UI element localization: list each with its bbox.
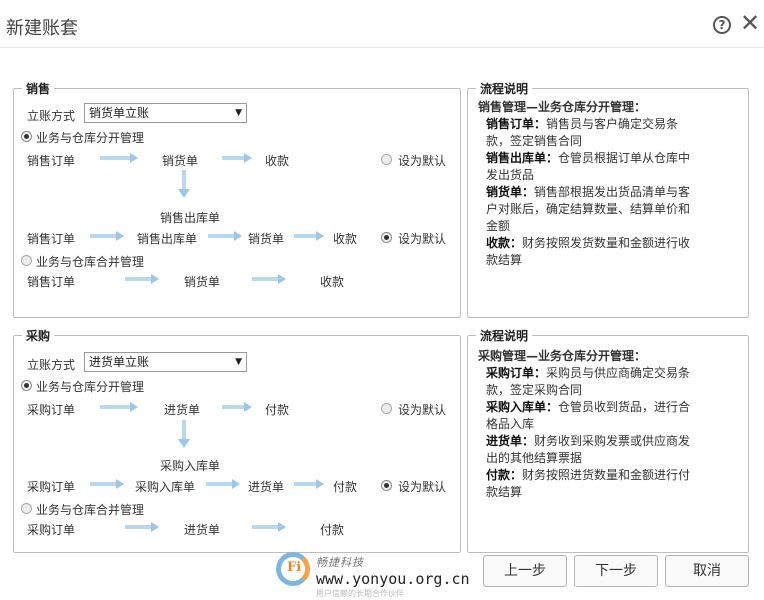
- set-default-label[interactable]: 设为默认: [398, 478, 446, 495]
- sales-desc-legend: 流程说明: [480, 82, 529, 96]
- sales-desc-heading: 销售管理—业务仓库分开管理：: [478, 100, 647, 114]
- purchase-default-radio-2[interactable]: [381, 480, 392, 491]
- purchase-merged-label[interactable]: 业务与仓库合并管理: [36, 501, 144, 518]
- down-arrow-icon: [178, 420, 190, 448]
- desc-item: 销货单：销售部根据发出货品清单与客户对账后，确定结算数量、结算单价和金额: [478, 184, 700, 235]
- flow-node: 销售订单: [27, 275, 76, 289]
- flow-node: 销售订单: [27, 232, 76, 246]
- watermark-brand: 畅捷科技: [316, 556, 364, 569]
- flow-node: 销售出库单: [160, 211, 221, 225]
- purchase-legend: 采购: [26, 329, 51, 343]
- flow-node: 付款: [265, 403, 290, 417]
- purchase-mode-label: 立账方式: [27, 358, 76, 372]
- title-bar: 新建账套 ? ✕: [0, 0, 764, 48]
- desc-term: 收款：: [486, 236, 523, 250]
- flow-node: 销售出库单: [137, 232, 198, 246]
- sales-desc-text: 销售管理—业务仓库分开管理： 销售订单：销售员与客户确定交易条款，签定销售合同 …: [478, 99, 700, 269]
- chevron-down-icon: ▼: [235, 357, 242, 367]
- watermark-tagline: 用户信赖的长期合作伙伴: [316, 589, 404, 598]
- sales-merged-radio[interactable]: [21, 255, 32, 266]
- set-default-label[interactable]: 设为默认: [398, 230, 446, 247]
- flow-node: 进货单: [184, 523, 221, 537]
- flow-node: 采购订单: [27, 480, 76, 494]
- desc-term: 进货单：: [486, 434, 535, 448]
- flow-arrow-icon: [125, 274, 159, 284]
- sales-default-radio-2[interactable]: [381, 232, 392, 243]
- purchase-merged-radio[interactable]: [21, 503, 32, 514]
- flow-arrow-icon: [222, 402, 252, 412]
- flow-arrow-icon: [100, 402, 138, 412]
- flow-node: 收款: [320, 275, 345, 289]
- flow-node: 收款: [333, 232, 358, 246]
- desc-item: 销售订单：销售员与客户确定交易条款，签定销售合同: [478, 116, 700, 150]
- flow-node: 付款: [333, 480, 358, 494]
- watermark-logo-icon: Fi: [276, 552, 310, 586]
- flow-node: 销货单: [162, 154, 199, 168]
- sales-merged-label[interactable]: 业务与仓库合并管理: [36, 253, 144, 270]
- next-button[interactable]: 下一步: [574, 555, 658, 587]
- sales-legend: 销售: [26, 82, 51, 96]
- flow-arrow-icon: [208, 231, 242, 241]
- desc-term: 销货单：: [486, 185, 535, 199]
- desc-item: 进货单：财务收到采购发票或供应商发出的其他结算票据: [478, 433, 700, 467]
- sales-default-radio-1[interactable]: [381, 154, 392, 165]
- flow-arrow-icon: [222, 153, 252, 163]
- desc-item: 采购入库单：仓管员收到货品，进行合格品入库: [478, 399, 700, 433]
- flow-node: 销货单: [248, 232, 285, 246]
- purchase-separate-label[interactable]: 业务与仓库分开管理: [36, 378, 144, 395]
- purchase-desc-text: 采购管理—业务仓库分开管理： 采购订单：采购员与供应商确定交易条款，签定采购合同…: [478, 348, 700, 501]
- flow-node: 付款: [320, 523, 345, 537]
- cancel-button[interactable]: 取消: [665, 555, 749, 587]
- purchase-mode-value: 进货单立账: [89, 355, 150, 369]
- desc-item: 收款：财务按照发货数量和金额进行收款结算: [478, 235, 700, 269]
- flow-arrow-icon: [294, 231, 324, 241]
- desc-item: 付款：财务按照进货数量和金额进行付款结算: [478, 467, 700, 501]
- sales-separate-label[interactable]: 业务与仓库分开管理: [36, 129, 144, 146]
- watermark-logo-letter: Fi: [287, 560, 302, 575]
- purchase-mode-select[interactable]: 进货单立账 ▼: [84, 352, 247, 372]
- purchase-default-radio-1[interactable]: [381, 403, 392, 414]
- flow-arrow-icon: [206, 479, 240, 489]
- desc-term: 采购订单：: [486, 366, 547, 380]
- watermark-url: www.yonyou.org.cn: [316, 570, 470, 588]
- help-icon[interactable]: ?: [713, 16, 731, 34]
- sales-mode-label: 立账方式: [27, 109, 76, 123]
- flow-node: 进货单: [164, 403, 201, 417]
- desc-term: 销售订单：: [486, 117, 547, 131]
- dialog-title: 新建账套: [6, 18, 78, 39]
- flow-node: 采购入库单: [135, 480, 196, 494]
- desc-term: 付款：: [486, 468, 523, 482]
- flow-arrow-icon: [90, 231, 124, 241]
- flow-arrow-icon: [294, 479, 324, 489]
- desc-term: 采购入库单：: [486, 400, 559, 414]
- close-icon[interactable]: ✕: [740, 11, 760, 35]
- prev-button[interactable]: 上一步: [483, 555, 567, 587]
- flow-arrow-icon: [252, 274, 286, 284]
- flow-node: 采购订单: [27, 523, 76, 537]
- purchase-desc-legend: 流程说明: [480, 329, 529, 343]
- set-default-label[interactable]: 设为默认: [398, 152, 446, 169]
- down-arrow-icon: [178, 170, 190, 198]
- chevron-down-icon: ▼: [235, 108, 242, 118]
- desc-term: 销售出库单：: [486, 151, 559, 165]
- set-default-label[interactable]: 设为默认: [398, 401, 446, 418]
- flow-node: 采购入库单: [160, 459, 221, 473]
- flow-node: 进货单: [248, 480, 285, 494]
- flow-node: 收款: [265, 154, 290, 168]
- sales-mode-select[interactable]: 销货单立账 ▼: [84, 103, 247, 123]
- flow-node: 销货单: [184, 275, 221, 289]
- purchase-separate-radio[interactable]: [21, 380, 32, 391]
- flow-arrow-icon: [252, 522, 286, 532]
- desc-item: 采购订单：采购员与供应商确定交易条款，签定采购合同: [478, 365, 700, 399]
- watermark: Fi 畅捷科技 www.yonyou.org.cn 用户信赖的长期合作伙伴: [276, 552, 491, 598]
- flow-arrow-icon: [100, 153, 138, 163]
- flow-node: 采购订单: [27, 403, 76, 417]
- flow-arrow-icon: [90, 479, 124, 489]
- purchase-desc-heading: 采购管理—业务仓库分开管理：: [478, 349, 647, 363]
- sales-mode-value: 销货单立账: [89, 106, 150, 120]
- sales-separate-radio[interactable]: [21, 131, 32, 142]
- flow-arrow-icon: [125, 522, 159, 532]
- flow-node: 销售订单: [27, 154, 76, 168]
- desc-item: 销售出库单：仓管员根据订单从仓库中发出货品: [478, 150, 700, 184]
